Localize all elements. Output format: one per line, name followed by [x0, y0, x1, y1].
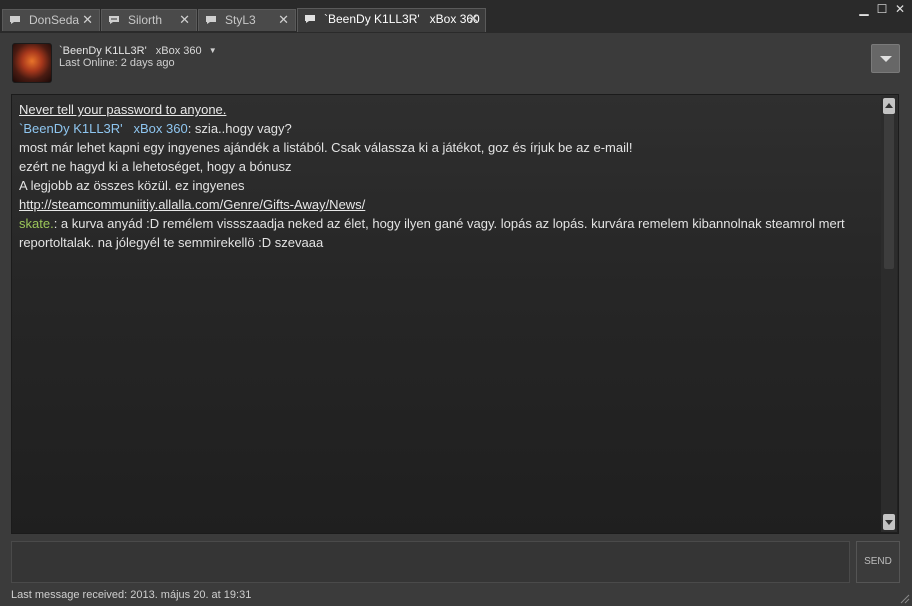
friend-name-row[interactable]: `BeenDy K1LL3R' xBox 360 ▼	[59, 45, 217, 57]
last-message-status: Last message received: 2013. május 20. a…	[11, 589, 252, 601]
arrow-down-icon	[885, 520, 893, 525]
scroll-thumb[interactable]	[884, 114, 894, 269]
tab-silorth[interactable]: Silorth ✕	[101, 9, 197, 31]
tab-close-icon[interactable]: ✕	[278, 10, 289, 30]
chat-messages: Never tell your password to anyone. `Bee…	[19, 100, 879, 252]
chat-bubble-icon	[109, 16, 119, 24]
caret-down-icon[interactable]: ▼	[209, 46, 217, 55]
chat-bubble-icon	[305, 15, 315, 23]
friend-name: `BeenDy K1LL3R'	[59, 45, 147, 57]
close-window-icon[interactable]: ✕	[894, 2, 906, 16]
tab-styl3[interactable]: StyL3 ✕	[198, 9, 296, 31]
tab-close-icon[interactable]: ✕	[82, 10, 93, 30]
chevron-down-icon	[880, 56, 892, 62]
send-button[interactable]: SEND	[856, 541, 900, 583]
chat-header: `BeenDy K1LL3R' xBox 360 ▼ Last Online: …	[0, 33, 912, 91]
tab-label: StyL3	[225, 13, 256, 27]
message-line: A legjobb az összes közül. ez ingyenes	[19, 178, 245, 193]
minimize-icon[interactable]: ▁	[858, 2, 870, 16]
resize-grip-icon[interactable]	[900, 594, 910, 604]
friend-name[interactable]: `BeenDy K1LL3R' xBox 360	[19, 121, 188, 136]
chat-bubble-icon	[10, 16, 20, 24]
password-warning: Never tell your password to anyone.	[19, 102, 227, 117]
message-input[interactable]	[11, 541, 850, 583]
window-controls: ▁ ☐ ✕	[858, 2, 908, 16]
friend-game: xBox 360	[155, 45, 202, 57]
tab-donseda[interactable]: DonSeda ✕	[2, 9, 100, 31]
avatar[interactable]	[12, 43, 52, 83]
message-line: most már lehet kapni egy ingyenes ajándé…	[19, 140, 633, 155]
tab-label: DonSeda	[29, 13, 80, 27]
message-line: `BeenDy K1LL3R' xBox 360: szia..hogy vag…	[19, 119, 879, 138]
tab-label: `BeenDy K1LL3R' xBox 360	[324, 12, 480, 26]
message-line: skate.: a kurva anyád :D remélem visssza…	[19, 214, 879, 252]
scroll-up-button[interactable]	[883, 98, 895, 114]
message-line: ezért ne hagyd ki a lehetoséget, hogy a …	[19, 159, 292, 174]
tab-label: Silorth	[128, 13, 163, 27]
options-dropdown-button[interactable]	[871, 44, 900, 73]
tab-close-icon[interactable]: ✕	[179, 10, 190, 30]
message-text: : a kurva anyád :D remélem vissszaadja n…	[19, 216, 845, 250]
tab-close-icon[interactable]: ✕	[468, 9, 479, 29]
message-text: : szia..hogy vagy?	[187, 121, 292, 136]
last-online: Last Online: 2 days ago	[59, 57, 175, 69]
arrow-up-icon	[885, 103, 893, 108]
chat-bubble-icon	[206, 16, 216, 24]
tab-bar: DonSeda ✕ Silorth ✕ StyL3 ✕ `BeenDy K1LL…	[0, 0, 912, 33]
message-link[interactable]: http://steamcommuniitiy.allalla.com/Genr…	[19, 197, 365, 212]
self-name[interactable]: skate.	[19, 216, 54, 231]
tab-beendy-killer[interactable]: `BeenDy K1LL3R' xBox 360 ✕	[297, 8, 486, 32]
chat-scrollbar[interactable]	[881, 96, 897, 532]
chat-log: Never tell your password to anyone. `Bee…	[11, 94, 899, 534]
maximize-icon[interactable]: ☐	[876, 2, 888, 16]
scroll-down-button[interactable]	[883, 514, 895, 530]
